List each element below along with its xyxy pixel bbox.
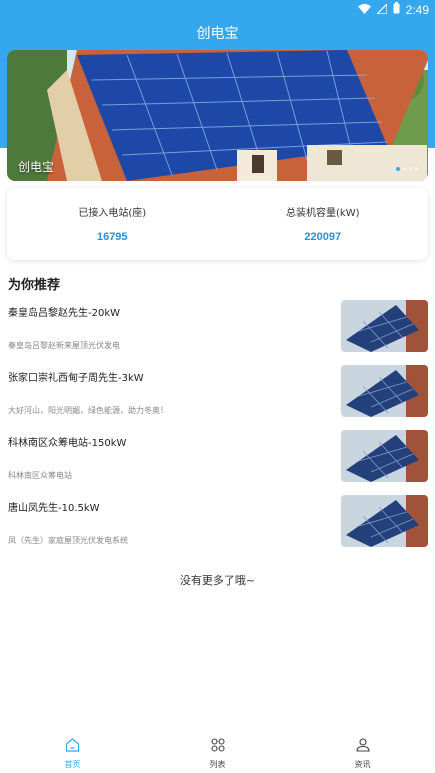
carousel-indicator [396,167,418,171]
item-title: 科林南区众筹电站-150kW [8,438,127,449]
stat-label: 总装机容量(kW) [286,208,360,219]
wifi-icon [357,3,371,17]
list-item[interactable]: 唐山凤先生-10.5kW 凤（先生）家庭屋顶光伏发电系统 [0,495,435,560]
carousel-dot [415,167,418,170]
item-title: 唐山凤先生-10.5kW [8,503,100,514]
battery-icon [393,2,400,17]
solar-house-image [7,50,428,181]
stat-value: 16795 [96,231,128,243]
stats-card: 已接入电站(座) 16795 总装机容量(kW) 220097 [7,188,428,260]
item-description: 大好河山，阳光明媚，绿色能源，助力冬奥！ [8,406,168,415]
item-title: 张家口崇礼西甸子周先生-3kW [8,373,144,384]
end-of-list-message: 没有更多了哦~ [179,574,256,587]
stat-connected-stations: 已接入电站(座) 16795 [7,188,218,260]
tab-label: 列表 [209,760,226,769]
item-description: 科林南区众筹电站 [8,471,72,480]
recommend-list: 秦皇岛吕黎赵先生-20kW 秦皇岛吕黎赵新来屋顶光伏发电 张家口崇礼西甸子周先生… [0,300,435,560]
list-item[interactable]: 秦皇岛吕黎赵先生-20kW 秦皇岛吕黎赵新来屋顶光伏发电 [0,300,435,365]
item-thumbnail [341,495,428,547]
stat-value: 220097 [304,231,342,243]
banner-carousel[interactable]: 创电宝 [7,50,428,181]
section-title-recommend: 为你推荐 [8,278,61,293]
tab-news[interactable]: 资讯 [290,733,435,773]
tab-list[interactable]: 列表 [145,733,290,773]
item-thumbnail [341,365,428,417]
list-item[interactable]: 科林南区众筹电站-150kW 科林南区众筹电站 [0,430,435,495]
status-time: 2:49 [405,2,429,17]
grid-icon [210,737,225,756]
signal-icon [375,2,388,17]
item-description: 凤（先生）家庭屋顶光伏发电系统 [8,536,128,545]
banner-caption: 创电宝 [18,160,55,174]
item-title: 秦皇岛吕黎赵先生-20kW [8,308,121,319]
tab-label: 首页 [64,760,81,769]
status-bar: 2:49 [0,0,435,20]
home-icon [65,737,80,756]
carousel-dot [409,167,412,170]
item-thumbnail [341,300,428,352]
carousel-dot [403,167,406,170]
item-thumbnail [341,430,428,482]
bottom-tab-bar: 首页 列表 资讯 [0,733,435,773]
page-title: 创电宝 [196,26,239,42]
user-icon [355,737,370,756]
stat-total-capacity: 总装机容量(kW) 220097 [218,188,429,260]
item-description: 秦皇岛吕黎赵新来屋顶光伏发电 [8,341,120,350]
tab-label: 资讯 [354,760,371,769]
stat-label: 已接入电站(座) [78,208,147,219]
carousel-dot [396,167,400,171]
list-item[interactable]: 张家口崇礼西甸子周先生-3kW 大好河山，阳光明媚，绿色能源，助力冬奥！ [0,365,435,430]
tab-home[interactable]: 首页 [0,733,145,773]
